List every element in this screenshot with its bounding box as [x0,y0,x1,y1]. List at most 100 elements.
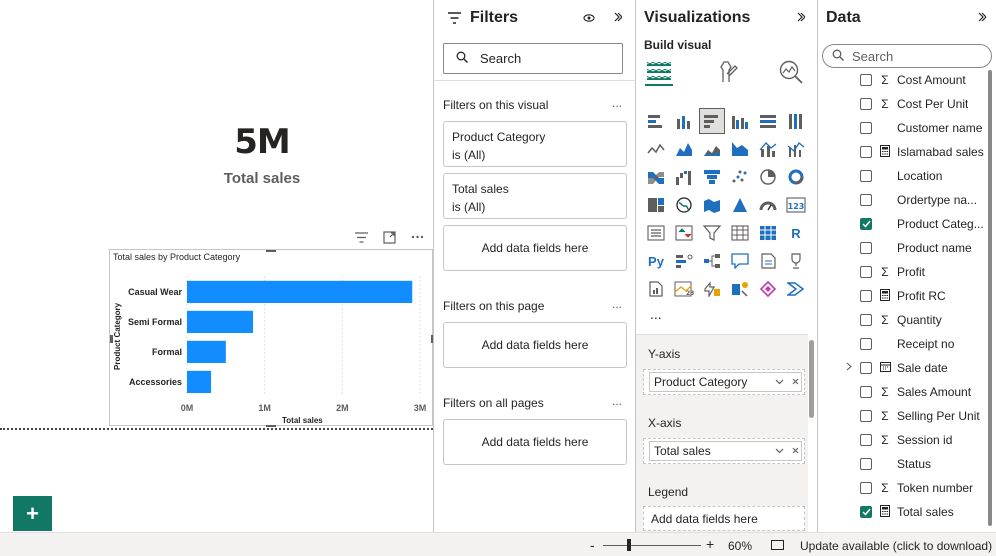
gauge-icon[interactable] [756,193,780,217]
focus-mode-icon[interactable] [380,229,398,245]
100-stacked-column-chart-icon[interactable] [784,109,808,133]
resize-handle-left[interactable] [110,335,113,343]
data-pane-scrollbar[interactable] [988,70,992,526]
filled-map-icon[interactable] [700,193,724,217]
more-options-icon[interactable] [408,229,426,245]
azure-map-icon[interactable] [728,193,752,217]
checkbox[interactable] [860,338,872,350]
stacked-area-chart-icon[interactable] [700,137,724,161]
checkbox-checked[interactable] [860,218,872,230]
data-field-item[interactable]: Σ Selling Per Unit [818,404,996,428]
build-visual-tab-icon[interactable] [645,58,673,86]
remove-field-icon[interactable] [789,446,801,457]
100-stacked-area-chart-icon[interactable] [728,137,752,161]
chevron-right-icon[interactable] [846,362,860,374]
power-apps-icon[interactable] [700,277,724,301]
zoom-in-button[interactable]: + [706,536,714,552]
key-influencers-icon[interactable] [672,249,696,273]
stacked-bar-chart-icon[interactable] [644,109,668,133]
card-icon[interactable]: 123 [784,193,808,217]
chevron-down-icon[interactable] [773,377,785,388]
filters-on-visual-more[interactable]: ... [612,96,622,110]
chevron-down-icon[interactable] [773,446,785,457]
chart-bar[interactable] [187,340,226,363]
remove-field-icon[interactable] [789,377,801,388]
table-icon[interactable] [728,221,752,245]
filters-search-input[interactable]: Search [443,43,623,74]
checkbox-checked[interactable] [860,506,872,518]
report-canvas[interactable]: 5M Total sales Total sales by Product Ca… [0,0,434,532]
data-field-item[interactable]: Islamabad sales [818,140,996,164]
data-field-item[interactable]: Product name [818,236,996,260]
qa-visual-icon[interactable] [728,249,752,273]
legend-well[interactable]: Add data fields here [643,506,805,531]
x-axis-well[interactable]: Total sales [643,438,805,464]
data-field-item[interactable]: Location [818,164,996,188]
data-field-item[interactable]: Σ Cost Per Unit [818,92,996,116]
bar-chart-visual[interactable]: Total sales by Product Category Product … [109,249,434,427]
y-axis-well[interactable]: Product Category [643,369,805,395]
kpi-icon[interactable] [672,221,696,245]
add-visual-filter-well[interactable]: Add data fields here [443,225,627,271]
line-and-clustered-column-chart-icon[interactable] [784,137,808,161]
data-field-item[interactable]: Σ Quantity [818,308,996,332]
checkbox[interactable] [860,242,872,254]
checkbox[interactable] [860,122,872,134]
python-visual-icon[interactable]: Py [644,249,668,273]
filter-card-product-category[interactable]: Product Category is (All) [443,121,627,167]
visualizations-scrollbar[interactable] [809,340,814,418]
format-visual-tab-icon[interactable] [713,58,741,86]
checkbox[interactable] [860,482,872,494]
pie-chart-icon[interactable] [756,165,780,189]
y-axis-field-chip[interactable]: Product Category [649,372,802,392]
data-field-item[interactable]: Σ Session id [818,428,996,452]
ribbon-chart-icon[interactable] [644,165,668,189]
matrix-icon[interactable] [756,221,780,245]
r-script-visual-icon[interactable]: R [784,221,808,245]
map-icon[interactable] [672,193,696,217]
add-page-filter-well[interactable]: Add data fields here [443,322,627,368]
filter-lines-icon[interactable] [352,229,370,245]
data-field-item[interactable]: Σ Sales Amount [818,380,996,404]
100-stacked-bar-chart-icon[interactable] [756,109,780,133]
more-visuals-button[interactable]: ... [650,306,662,322]
data-field-item[interactable]: Σ Profit [818,260,996,284]
zoom-slider-track[interactable] [603,545,701,546]
decomposition-tree-icon[interactable] [700,249,724,273]
update-available-link[interactable]: Update available (click to download) [800,539,992,553]
chart-bar[interactable] [187,310,254,333]
smart-narrative-icon[interactable] [756,249,780,273]
checkbox[interactable] [860,410,872,422]
data-field-item[interactable]: Receipt no [818,332,996,356]
checkbox[interactable] [860,266,872,278]
collapse-filters-icon[interactable] [614,11,623,25]
data-field-item[interactable]: Ordertype na... [818,188,996,212]
line-and-stacked-column-chart-icon[interactable] [756,137,780,161]
kpi-card-value[interactable]: 5M [190,122,334,162]
checkbox[interactable] [860,362,872,374]
checkbox[interactable] [860,314,872,326]
filter-card-total-sales[interactable]: Total sales is (All) [443,173,627,219]
donut-chart-icon[interactable] [784,165,808,189]
chart-bar[interactable] [187,370,212,393]
data-field-item[interactable]: Status [818,452,996,476]
data-field-item[interactable]: Customer name [818,116,996,140]
add-page-button[interactable]: + [13,496,52,531]
line-chart-icon[interactable] [644,137,668,161]
resize-handle-top[interactable] [266,250,276,252]
filters-on-page-more[interactable]: ... [612,297,622,311]
add-report-filter-well[interactable]: Add data fields here [443,419,627,465]
data-field-item[interactable]: Total sales [818,500,996,524]
fit-to-page-icon[interactable] [771,540,784,550]
area-chart-icon[interactable] [672,137,696,161]
azure-map-calendar-icon[interactable]: 23 [672,277,696,301]
power-automate-arrow-icon[interactable] [784,277,808,301]
treemap-icon[interactable] [644,193,668,217]
data-field-item[interactable]: Profit RC [818,284,996,308]
zoom-level-label[interactable]: 60% [728,539,752,553]
stacked-column-chart-icon[interactable] [672,109,696,133]
paginated-report-icon[interactable] [644,277,668,301]
collapse-data-icon[interactable] [978,11,987,25]
data-field-item[interactable]: Product Categ... [818,212,996,236]
data-field-item[interactable]: Σ Token number [818,476,996,500]
